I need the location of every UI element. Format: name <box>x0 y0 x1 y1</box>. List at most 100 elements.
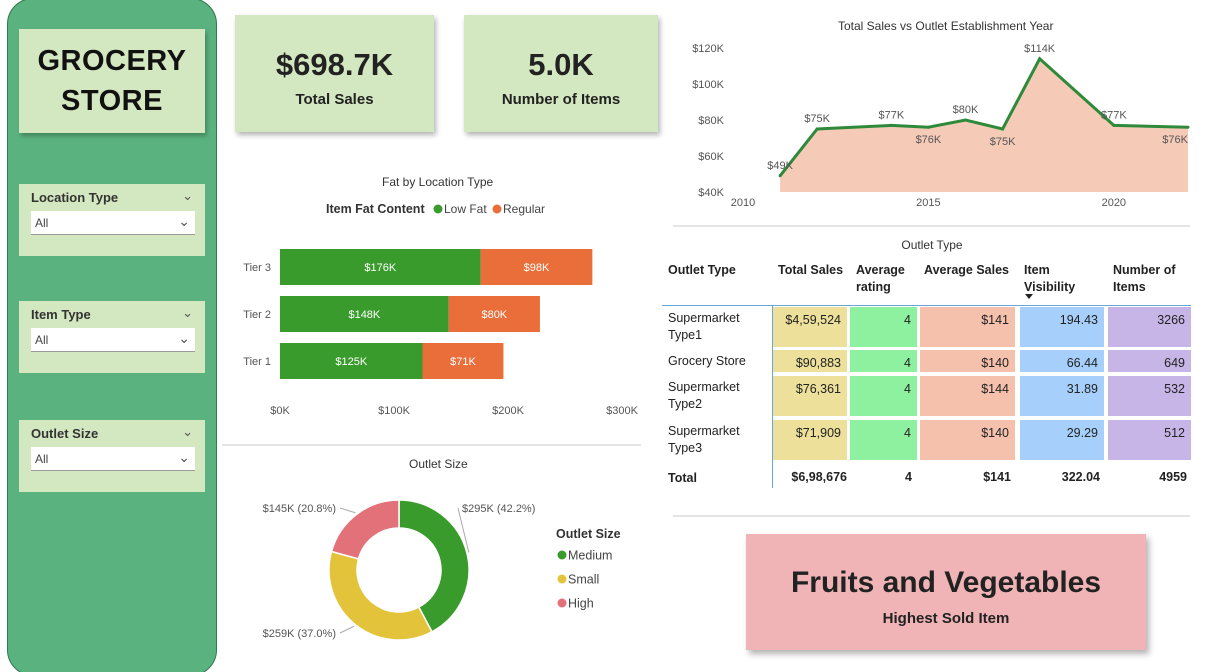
data-label: $114K <box>1024 43 1056 55</box>
slicer-outlet-size[interactable]: Outlet Size ⌄ All ⌄ <box>19 420 205 492</box>
kpi-value: $698.7K <box>275 47 394 82</box>
table-cell-vis: 66.44 <box>1020 350 1104 372</box>
highest-sold-item-card: Fruits and Vegetables Highest Sold Item <box>746 534 1146 650</box>
y-tick-label: $120K <box>692 43 724 55</box>
sales-by-year-chart[interactable]: $40K $60K $80K $100K $120K 2010 2015 2020 $49K $7… <box>670 36 1200 216</box>
kpi-total-sales: $698.7K Total Sales <box>235 15 434 132</box>
column-header[interactable]: Item Visibility <box>1024 262 1090 296</box>
sort-desc-icon[interactable] <box>1025 294 1033 299</box>
column-header[interactable]: Number of Items <box>1113 262 1193 296</box>
column-header[interactable]: Average rating <box>856 262 918 296</box>
table-cell-sales: $76,361 <box>773 376 847 416</box>
table-cell-vis: 31.89 <box>1020 376 1104 416</box>
chevron-down-icon[interactable]: ⌄ <box>178 213 190 230</box>
x-tick-label: $100K <box>378 405 410 417</box>
chevron-down-icon[interactable]: ⌄ <box>178 449 190 466</box>
divider <box>673 515 1190 517</box>
legend-label: Regular <box>503 202 545 216</box>
slicer-dropdown[interactable]: All ⌄ <box>31 447 195 471</box>
divider <box>673 225 1190 227</box>
data-label: $75K <box>804 113 830 125</box>
y-tick-label: $40K <box>698 187 724 199</box>
outlet-type-name: Grocery Store <box>668 354 746 368</box>
total-sales: $6,98,676 <box>791 470 847 484</box>
kpi-label: Number of Items <box>501 91 621 108</box>
table-cell-vis: 194.43 <box>1020 307 1104 347</box>
slicer-value: All <box>35 216 49 230</box>
bar-chart-title: Fat by Location Type <box>382 175 494 189</box>
data-point[interactable] <box>1001 127 1005 131</box>
logo-line1: GROCERY <box>37 45 187 77</box>
highest-item-value: Fruits and Vegetables <box>790 566 1102 599</box>
column-header[interactable]: Outlet Type <box>668 262 736 279</box>
donut-slice[interactable] <box>328 550 433 641</box>
total-rating: 4 <box>905 470 912 484</box>
slicer-location-type[interactable]: Location Type ⌄ All ⌄ <box>19 184 205 256</box>
table-cell-rating: 4 <box>850 420 917 460</box>
data-point[interactable] <box>1038 57 1042 61</box>
outlet-type-name: Supermarket Type2 <box>668 380 740 411</box>
slicer-value: All <box>35 333 49 347</box>
slicer-value: All <box>35 452 49 466</box>
line-chart-title: Total Sales vs Outlet Establishment Year <box>838 19 1054 33</box>
legend-swatch-regular <box>492 204 502 214</box>
fat-by-location-chart[interactable]: Item Fat Content Low Fat Regular Tier 3 $176… <box>222 196 652 424</box>
store-logo: GROCERY STORE <box>19 29 205 133</box>
legend-swatch <box>557 598 567 608</box>
column-header[interactable]: Total Sales <box>778 262 843 279</box>
outlet-size-chart[interactable]: $295K (42.2%) $259K (37.0%) $145K (20.8%) O… <box>222 475 652 670</box>
leader-line <box>339 625 355 634</box>
data-label: $49K <box>767 160 793 172</box>
bar-value-label: $98K <box>524 262 550 274</box>
data-point[interactable] <box>926 125 930 129</box>
data-point[interactable] <box>1186 125 1190 129</box>
column-header[interactable]: Average Sales <box>924 262 1009 279</box>
legend-label: Medium <box>568 549 612 563</box>
leader-line <box>339 507 356 514</box>
chevron-down-icon[interactable]: ⌄ <box>182 305 193 321</box>
bar-value-label: $80K <box>481 309 507 321</box>
table-cell-avg: $141 <box>920 307 1015 347</box>
total-label: Total <box>668 471 697 485</box>
x-tick-label: 2010 <box>731 197 755 209</box>
data-point[interactable] <box>815 127 819 131</box>
data-label: $76K <box>1162 134 1188 146</box>
chevron-down-icon[interactable]: ⌄ <box>182 188 193 204</box>
data-point[interactable] <box>1112 123 1116 127</box>
outlet-type-name: Supermarket Type3 <box>668 424 740 455</box>
data-point[interactable] <box>778 174 782 178</box>
category-label: Tier 1 <box>243 356 271 368</box>
category-label: Tier 2 <box>243 309 271 321</box>
data-label: $80K <box>953 104 979 116</box>
chevron-down-icon[interactable]: ⌄ <box>178 330 190 347</box>
table-cell-rating: 4 <box>850 307 917 347</box>
slicer-item-type[interactable]: Item Type ⌄ All ⌄ <box>19 301 205 373</box>
legend-swatch <box>557 574 567 584</box>
total-avg-sales: $141 <box>983 470 1011 484</box>
table-cell-avg: $144 <box>920 376 1015 416</box>
category-label: Tier 3 <box>243 262 271 274</box>
table-cell-rating: 4 <box>850 376 917 416</box>
data-point[interactable] <box>964 118 967 122</box>
data-point[interactable] <box>889 123 893 127</box>
table-cell-items: 512 <box>1108 420 1191 460</box>
table-cell-rating: 4 <box>850 350 917 372</box>
data-label: $76K <box>916 134 942 146</box>
bar-value-label: $148K <box>348 309 380 321</box>
legend-title: Item Fat Content <box>326 202 425 216</box>
kpi-number-of-items: 5.0K Number of Items <box>464 15 658 132</box>
bar-value-label: $71K <box>450 356 476 368</box>
y-tick-label: $80K <box>698 115 724 127</box>
legend-label: Small <box>568 573 599 587</box>
chevron-down-icon[interactable]: ⌄ <box>182 424 193 440</box>
data-label: $77K <box>878 109 904 121</box>
donut-chart-title: Outlet Size <box>409 457 468 471</box>
highest-item-label: Highest Sold Item <box>882 610 1010 627</box>
data-label: $77K <box>1101 109 1127 121</box>
total-visibility: 322.04 <box>1061 470 1100 484</box>
table-cell-items: 3266 <box>1108 307 1191 347</box>
table-header-line <box>662 305 1191 306</box>
slicer-dropdown[interactable]: All ⌄ <box>31 211 195 235</box>
table-cell-avg: $140 <box>920 420 1015 460</box>
slicer-dropdown[interactable]: All ⌄ <box>31 328 195 352</box>
